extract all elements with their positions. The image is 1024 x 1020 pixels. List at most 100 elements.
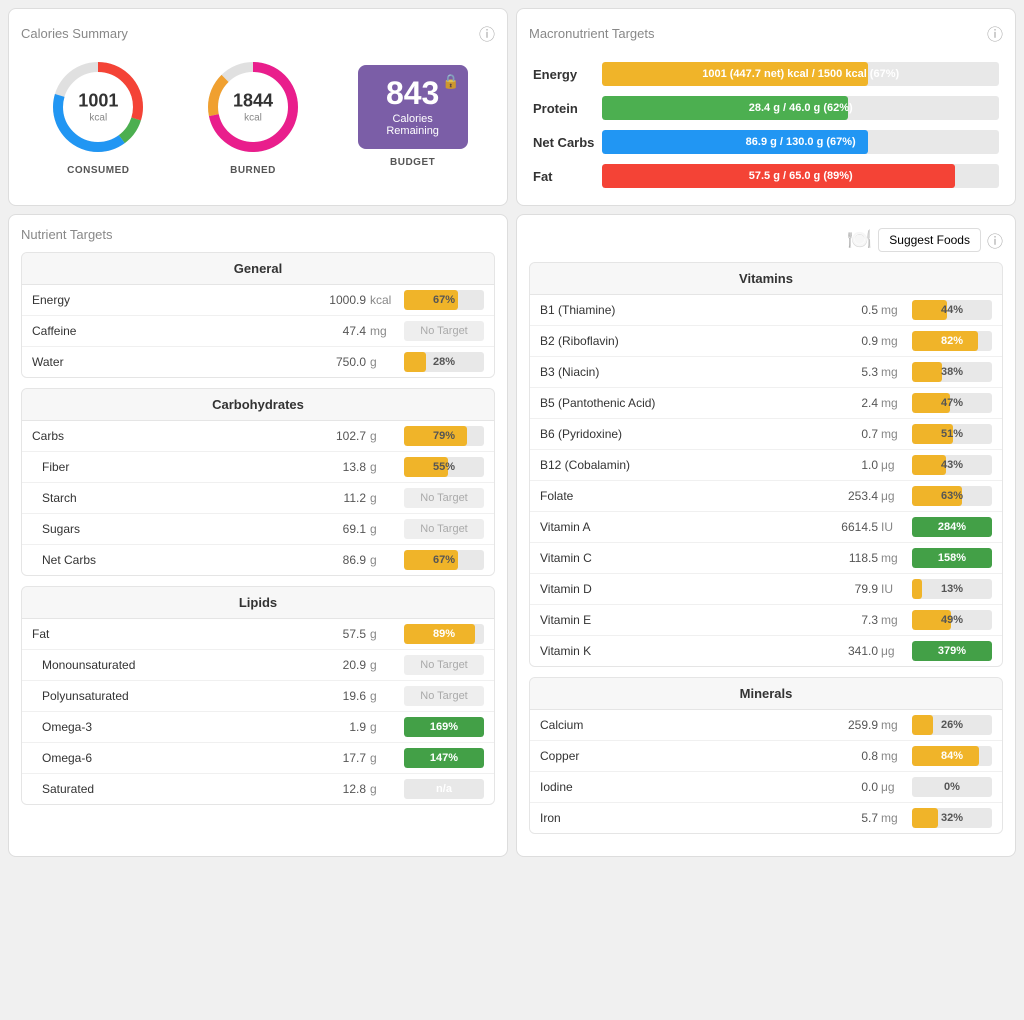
nutrient-name: Starch: [42, 491, 306, 505]
lipids-section: Lipids Fat 57.5 g 89% Monounsaturated 20…: [21, 586, 495, 805]
vm-bar-wrap: 284%: [912, 517, 992, 537]
vm-row: Folate 253.4 μg 63%: [530, 481, 1002, 512]
nutrient-bar-wrap: 147%: [404, 748, 484, 768]
nutrient-value: 750.0: [306, 355, 366, 369]
nutrient-bar-label: 79%: [433, 430, 455, 442]
macro-bar-wrap: 86.9 g / 130.0 g (67%): [602, 130, 999, 154]
minerals-title: Minerals: [530, 678, 1002, 710]
vm-bar-wrap: 379%: [912, 641, 992, 661]
vm-value: 79.9: [823, 582, 878, 596]
nutrient-bar-label: 67%: [433, 294, 455, 306]
macro-bar-cell: 57.5 g / 65.0 g (89%): [598, 159, 1003, 193]
carbohydrates-section: Carbohydrates Carbs 102.7 g 79% Fiber 13…: [21, 388, 495, 576]
vm-row: B2 (Riboflavin) 0.9 mg 82%: [530, 326, 1002, 357]
vm-unit: μg: [878, 489, 906, 503]
nutrient-value: 47.4: [306, 324, 366, 338]
macro-bar-text: 1001 (447.7 net) kcal / 1500 kcal (67%): [602, 68, 999, 80]
nutrient-row: Monounsaturated 20.9 g No Target: [22, 650, 494, 681]
vm-unit: IU: [878, 520, 906, 534]
consumed-label: CONSUMED: [67, 165, 129, 176]
nutrient-name: Carbs: [32, 429, 306, 443]
suggest-info-icon[interactable]: ⓘ: [987, 228, 1003, 252]
nutrient-name: Energy: [32, 293, 306, 307]
vm-row: Calcium 259.9 mg 26%: [530, 710, 1002, 741]
nutrient-unit: g: [366, 522, 396, 536]
nutrient-bar-wrap: 67%: [404, 290, 484, 310]
budget-text: Calories Remaining: [374, 113, 452, 137]
nutrient-name: Sugars: [42, 522, 306, 536]
macro-label: Protein: [529, 91, 598, 125]
nutrient-targets-card: Nutrient Targets General Energy 1000.9 k…: [8, 214, 508, 857]
nutrient-bar-fill: [404, 352, 426, 372]
vm-value: 0.8: [823, 749, 878, 763]
vm-bar-fill: [912, 362, 942, 382]
vitamins-minerals-card: 🍽️ Suggest Foods ⓘ Vitamins B1 (Thiamine…: [516, 214, 1016, 857]
nutrient-bar-wrap: 55%: [404, 457, 484, 477]
vm-bar-wrap: 38%: [912, 362, 992, 382]
nutrient-bar-wrap: n/a: [404, 779, 484, 799]
vm-name: Vitamin E: [540, 613, 823, 627]
vm-value: 0.7: [823, 427, 878, 441]
nutrient-row: Net Carbs 86.9 g 67%: [22, 545, 494, 575]
vm-bar-wrap: 158%: [912, 548, 992, 568]
vm-value: 7.3: [823, 613, 878, 627]
vm-value: 5.3: [823, 365, 878, 379]
vm-bar-text: 26%: [941, 719, 963, 731]
vm-value: 5.7: [823, 811, 878, 825]
nutrient-unit: g: [366, 720, 396, 734]
vm-row: B5 (Pantothenic Acid) 2.4 mg 47%: [530, 388, 1002, 419]
vm-bar-wrap: 32%: [912, 808, 992, 828]
vm-value: 259.9: [823, 718, 878, 732]
budget-container: 🔒 843 Calories Remaining BUDGET: [358, 65, 468, 168]
vm-name: B3 (Niacin): [540, 365, 823, 379]
macro-bar-text: 86.9 g / 130.0 g (67%): [602, 136, 999, 148]
vm-name: B2 (Riboflavin): [540, 334, 823, 348]
macro-info-icon[interactable]: ⓘ: [987, 21, 1003, 45]
nutrient-bar-label: 28%: [433, 356, 455, 368]
vm-bar-text: 84%: [941, 750, 963, 762]
macro-label: Net Carbs: [529, 125, 598, 159]
vm-bar-text: 38%: [941, 366, 963, 378]
vm-bar-text: 44%: [941, 304, 963, 316]
no-target-label: No Target: [404, 655, 484, 675]
nutrient-value: 102.7: [306, 429, 366, 443]
vm-value: 2.4: [823, 396, 878, 410]
nutrient-unit: g: [366, 751, 396, 765]
nutrient-row: Polyunsaturated 19.6 g No Target: [22, 681, 494, 712]
nutrient-name: Fiber: [42, 460, 306, 474]
vm-unit: mg: [878, 334, 906, 348]
burned-unit: kcal: [233, 112, 273, 123]
nutrient-name: Water: [32, 355, 306, 369]
nutrient-unit: g: [366, 689, 396, 703]
vm-row: B12 (Cobalamin) 1.0 μg 43%: [530, 450, 1002, 481]
vm-bar-wrap: 63%: [912, 486, 992, 506]
nutrient-bar-label: n/a: [436, 783, 452, 795]
burned-donut: 1844 kcal: [203, 57, 303, 157]
vm-unit: mg: [878, 427, 906, 441]
nutrient-row: Saturated 12.8 g n/a: [22, 774, 494, 804]
carbohydrates-title: Carbohydrates: [22, 389, 494, 421]
consumed-donut: 1001 kcal: [48, 57, 148, 157]
vm-unit: mg: [878, 749, 906, 763]
consumed-unit: kcal: [78, 112, 118, 123]
nutrient-row: Caffeine 47.4 mg No Target: [22, 316, 494, 347]
nutrient-bar-wrap: 67%: [404, 550, 484, 570]
calories-summary-card: Calories Summary ⓘ 1001 kc: [8, 8, 508, 206]
vm-bar-text: 47%: [941, 397, 963, 409]
vm-value: 0.9: [823, 334, 878, 348]
no-target-label: No Target: [404, 488, 484, 508]
burned-label: BURNED: [230, 165, 276, 176]
vm-bar-wrap: 0%: [912, 777, 992, 797]
macro-label: Energy: [529, 57, 598, 91]
vm-value: 6614.5: [823, 520, 878, 534]
vm-row: B3 (Niacin) 5.3 mg 38%: [530, 357, 1002, 388]
nutrient-bar-wrap: 169%: [404, 717, 484, 737]
nutrient-name: Net Carbs: [42, 553, 306, 567]
nutrient-bar-label: 67%: [433, 554, 455, 566]
calories-info-icon[interactable]: ⓘ: [479, 21, 495, 45]
macro-bar-wrap: 1001 (447.7 net) kcal / 1500 kcal (67%): [602, 62, 999, 86]
suggest-foods-button[interactable]: Suggest Foods: [878, 228, 981, 252]
vm-name: Vitamin A: [540, 520, 823, 534]
vm-value: 0.0: [823, 780, 878, 794]
burned-container: 1844 kcal BURNED: [203, 57, 303, 176]
